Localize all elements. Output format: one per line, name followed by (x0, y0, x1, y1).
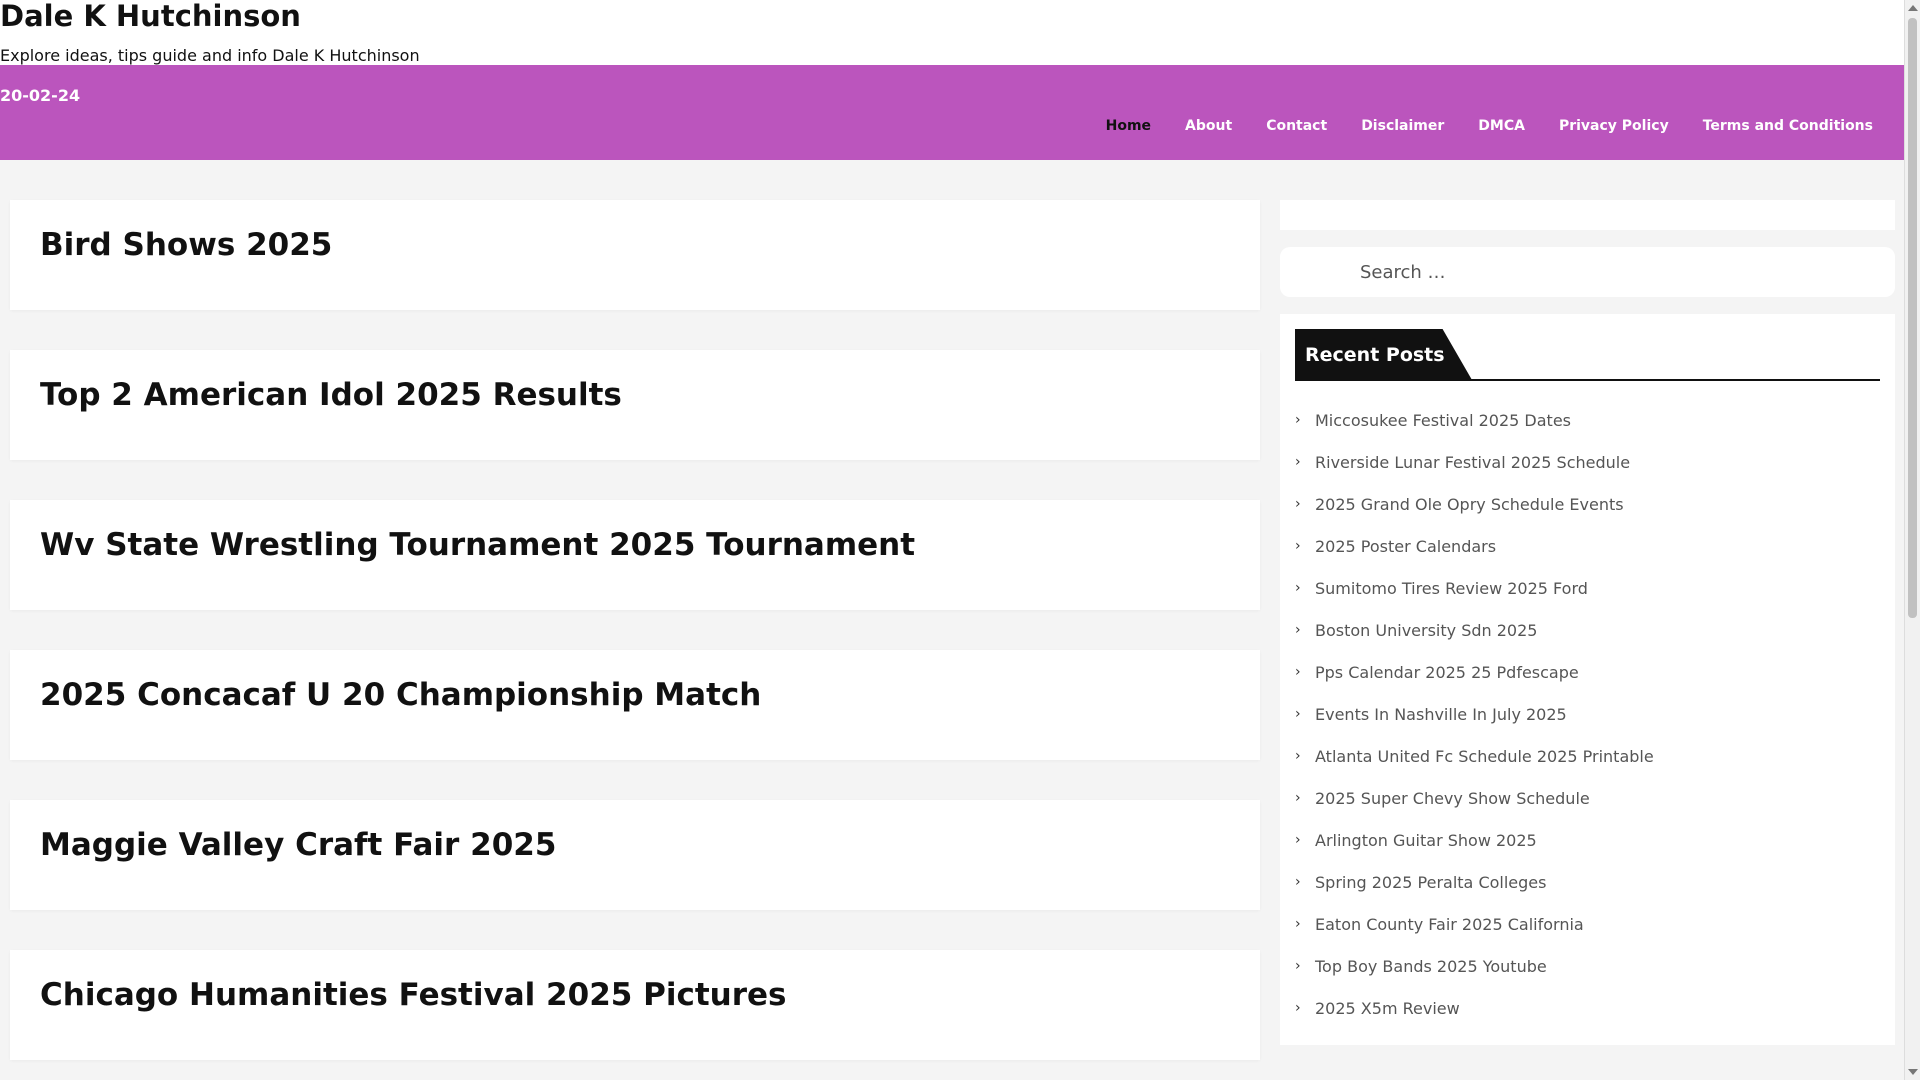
post-title[interactable]: Maggie Valley Craft Fair 2025 (40, 827, 1230, 863)
recent-post-item[interactable]: › Boston University Sdn 2025 (1295, 609, 1880, 651)
nav-bar: 20-02-24 Home About Contact Disclaimer DMCA P… (0, 65, 1904, 160)
chevron-right-icon: › (1295, 790, 1301, 806)
post-title[interactable]: Bird Shows 2025 (40, 227, 1230, 263)
page: Dale K Hutchinson Explore ideas, tips gu… (0, 0, 1904, 1080)
recent-post-item[interactable]: › 2025 Grand Ole Opry Schedule Events (1295, 483, 1880, 525)
recent-post-item[interactable]: › Riverside Lunar Festival 2025 Schedule (1295, 441, 1880, 483)
recent-post-link[interactable]: 2025 Poster Calendars (1315, 537, 1496, 556)
recent-post-link[interactable]: Eaton County Fair 2025 California (1315, 915, 1584, 934)
nav-item-contact[interactable]: Contact (1249, 116, 1344, 136)
search-input[interactable] (1360, 247, 1860, 297)
recent-post-link[interactable]: 2025 Grand Ole Opry Schedule Events (1315, 495, 1624, 514)
recent-posts-header: Recent Posts (1295, 329, 1880, 381)
chevron-right-icon: › (1295, 874, 1301, 890)
chevron-right-icon: › (1295, 832, 1301, 848)
recent-post-link[interactable]: Sumitomo Tires Review 2025 Ford (1315, 579, 1588, 598)
chevron-right-icon: › (1295, 706, 1301, 722)
post-card: Bird Shows 2025 (10, 200, 1260, 310)
recent-post-link[interactable]: Atlanta United Fc Schedule 2025 Printabl… (1315, 747, 1654, 766)
current-date: 20-02-24 (0, 86, 81, 105)
recent-post-link[interactable]: Arlington Guitar Show 2025 (1315, 831, 1537, 850)
chevron-right-icon: › (1295, 916, 1301, 932)
recent-post-link[interactable]: Riverside Lunar Festival 2025 Schedule (1315, 453, 1630, 472)
chevron-right-icon: › (1295, 1000, 1301, 1016)
post-title[interactable]: Wv State Wrestling Tournament 2025 Tourn… (40, 527, 1230, 563)
recent-post-item[interactable]: › 2025 Poster Calendars (1295, 525, 1880, 567)
post-list: Bird Shows 2025 Top 2 American Idol 2025 … (10, 200, 1260, 1080)
chevron-right-icon: › (1295, 454, 1301, 470)
search-icon[interactable] (1310, 262, 1330, 282)
recent-post-item[interactable]: › Eaton County Fair 2025 California (1295, 903, 1880, 945)
recent-post-item[interactable]: › 2025 X5m Review (1295, 987, 1880, 1029)
recent-posts-list: › Miccosukee Festival 2025 Dates › Riversid… (1295, 399, 1880, 1029)
chevron-right-icon: › (1295, 748, 1301, 764)
site-header: Dale K Hutchinson Explore ideas, tips gu… (0, 0, 1904, 65)
post-card: 2025 Concacaf U 20 Championship Match (10, 650, 1260, 760)
recent-posts-widget: Recent Posts › Miccosukee Festival 2025 D… (1280, 314, 1895, 1045)
recent-post-link[interactable]: 2025 X5m Review (1315, 999, 1460, 1018)
search-box (1280, 247, 1895, 297)
recent-post-item[interactable]: › Spring 2025 Peralta Colleges (1295, 861, 1880, 903)
chevron-right-icon: › (1295, 958, 1301, 974)
nav-item-home[interactable]: Home (1089, 116, 1168, 136)
chevron-right-icon: › (1295, 412, 1301, 428)
post-title[interactable]: 2025 Concacaf U 20 Championship Match (40, 677, 1230, 713)
recent-post-link[interactable]: Boston University Sdn 2025 (1315, 621, 1537, 640)
recent-post-link[interactable]: 2025 Super Chevy Show Schedule (1315, 789, 1590, 808)
nav-item-privacy-policy[interactable]: Privacy Policy (1542, 116, 1686, 136)
vertical-scrollbar[interactable] (1904, 0, 1920, 1080)
scroll-up-arrow-icon[interactable] (1908, 5, 1918, 11)
scroll-down-arrow-icon[interactable] (1908, 1069, 1918, 1075)
chevron-right-icon: › (1295, 664, 1301, 680)
chevron-right-icon: › (1295, 538, 1301, 554)
recent-post-item[interactable]: › Arlington Guitar Show 2025 (1295, 819, 1880, 861)
recent-post-item[interactable]: › Pps Calendar 2025 25 Pdfescape (1295, 651, 1880, 693)
recent-posts-title: Recent Posts (1295, 329, 1473, 381)
recent-post-item[interactable]: › Top Boy Bands 2025 Youtube (1295, 945, 1880, 987)
site-description: Explore ideas, tips guide and info Dale … (0, 46, 420, 65)
recent-post-item[interactable]: › Sumitomo Tires Review 2025 Ford (1295, 567, 1880, 609)
recent-post-link[interactable]: Events In Nashville In July 2025 (1315, 705, 1567, 724)
post-title[interactable]: Top 2 American Idol 2025 Results (40, 377, 1230, 413)
post-card: Top 2 American Idol 2025 Results (10, 350, 1260, 460)
nav-item-dmca[interactable]: DMCA (1461, 116, 1542, 136)
sidebar: Recent Posts › Miccosukee Festival 2025 D… (1280, 200, 1895, 1045)
site-title[interactable]: Dale K Hutchinson (0, 0, 1904, 32)
recent-post-item[interactable]: › Miccosukee Festival 2025 Dates (1295, 399, 1880, 441)
nav-item-terms-and-conditions[interactable]: Terms and Conditions (1686, 116, 1890, 136)
recent-post-item[interactable]: › 2025 Super Chevy Show Schedule (1295, 777, 1880, 819)
nav-item-disclaimer[interactable]: Disclaimer (1344, 116, 1461, 136)
chevron-right-icon: › (1295, 622, 1301, 638)
sidebar-top-panel (1280, 200, 1895, 230)
nav-item-about[interactable]: About (1168, 116, 1249, 136)
main-menu: Home About Contact Disclaimer DMCA Privacy Po… (1089, 116, 1890, 136)
recent-post-link[interactable]: Top Boy Bands 2025 Youtube (1315, 957, 1547, 976)
recent-post-link[interactable]: Pps Calendar 2025 25 Pdfescape (1315, 663, 1579, 682)
chevron-right-icon: › (1295, 496, 1301, 512)
post-card: Maggie Valley Craft Fair 2025 (10, 800, 1260, 910)
recent-post-item[interactable]: › Atlanta United Fc Schedule 2025 Printab… (1295, 735, 1880, 777)
chevron-right-icon: › (1295, 580, 1301, 596)
scroll-thumb[interactable] (1908, 18, 1917, 618)
post-card: Wv State Wrestling Tournament 2025 Tourn… (10, 500, 1260, 610)
post-card: Chicago Humanities Festival 2025 Picture… (10, 950, 1260, 1060)
recent-post-link[interactable]: Miccosukee Festival 2025 Dates (1315, 411, 1571, 430)
recent-post-item[interactable]: › Events In Nashville In July 2025 (1295, 693, 1880, 735)
recent-post-link[interactable]: Spring 2025 Peralta Colleges (1315, 873, 1546, 892)
post-title[interactable]: Chicago Humanities Festival 2025 Picture… (40, 977, 1230, 1013)
